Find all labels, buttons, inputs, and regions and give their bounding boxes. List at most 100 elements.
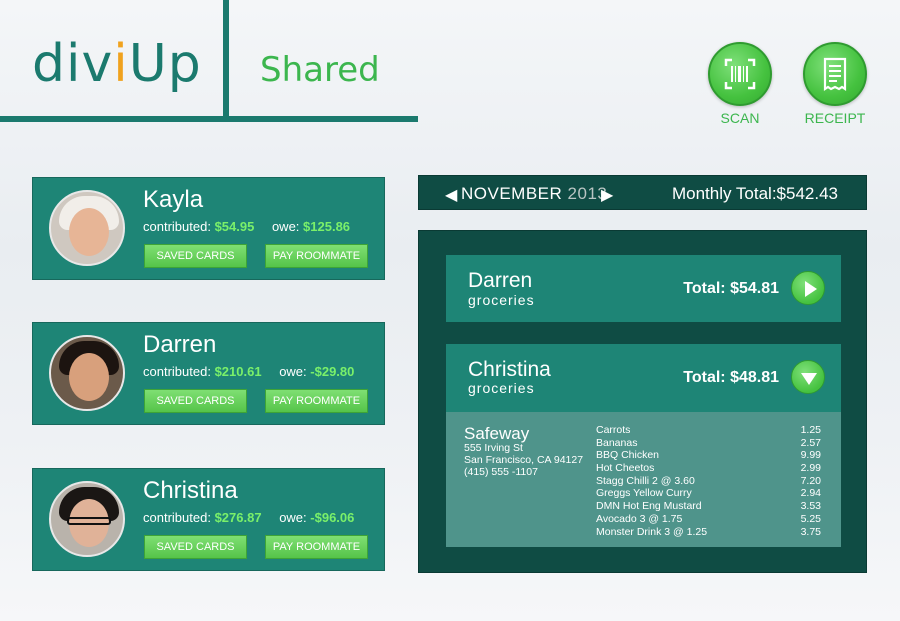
receipt-item: Avocado 3 @ 1.75 5.25 — [596, 513, 821, 526]
receipt-item: Hot Cheetos 2.99 — [596, 462, 821, 475]
expense-total-label: Total: — [683, 280, 726, 297]
expand-button[interactable] — [791, 271, 825, 305]
receipt-item: Bananas 2.57 — [596, 437, 821, 450]
avatar-glasses — [67, 517, 111, 525]
item-price: 2.99 — [800, 462, 821, 475]
next-month-arrow-icon[interactable]: ▶ — [601, 185, 613, 205]
contributed-value: $276.87 — [214, 510, 262, 525]
item-price: 7.20 — [800, 474, 821, 487]
item-name: Hot Cheetos — [596, 462, 655, 475]
expense-name: Darren — [468, 269, 533, 292]
header-underline — [0, 116, 418, 122]
expenses-panel: Darren groceries Total: $54.81 Christina… — [418, 230, 867, 573]
month-label: NOVEMBER 2013 — [461, 184, 607, 204]
scan-label: SCAN — [720, 110, 760, 126]
item-name: DMN Hot Eng Mustard — [596, 500, 702, 513]
item-price: 3.75 — [800, 525, 821, 538]
expense-row-christina[interactable]: Christina groceries Total: $48.81 — [446, 344, 841, 412]
item-price: 3.53 — [800, 500, 821, 513]
expense-total-value: $54.81 — [730, 280, 779, 297]
item-price: 5.25 — [800, 512, 821, 525]
page-title: Shared — [260, 50, 380, 90]
receipt-item: Carrots 1.25 — [596, 424, 821, 437]
pay-roommate-button[interactable]: PAY ROOMMATE — [265, 389, 368, 413]
item-name: Avocado 3 @ 1.75 — [596, 512, 683, 525]
item-name: BBQ Chicken — [596, 449, 660, 462]
avatar — [49, 335, 125, 411]
item-name: Greggs Yellow Curry — [596, 487, 692, 500]
saved-cards-button[interactable]: SAVED CARDS — [144, 389, 247, 413]
logo-text-part1: div — [32, 34, 114, 94]
avatar-face — [69, 353, 109, 401]
contributed-label: contributed: — [143, 510, 211, 525]
barcode-scan-icon — [724, 58, 756, 90]
roommate-stats: contributed: $276.87 owe: -$96.06 — [143, 510, 354, 525]
store-address-line1: 555 Irving St — [464, 442, 523, 454]
roommate-stats: contributed: $54.95 owe: $125.86 — [143, 219, 350, 234]
month-selector: ◀ NOVEMBER 2013 ▶ Monthly Total:$542.43 — [418, 175, 867, 210]
monthly-total: Monthly Total:$542.43 — [672, 184, 838, 204]
contributed-value: $54.95 — [214, 219, 255, 234]
receipt-item: Greggs Yellow Curry 2.94 — [596, 487, 821, 500]
avatar-face — [69, 208, 109, 256]
contributed-value: $210.61 — [214, 364, 262, 379]
contributed-label: contributed: — [143, 219, 211, 234]
receipt-item: Stagg Chilli 2 @ 3.60 7.20 — [596, 475, 821, 488]
item-price: 1.25 — [800, 424, 821, 436]
owe-value: -$29.80 — [310, 364, 355, 379]
store-phone: (415) 555 -1107 — [464, 466, 538, 478]
expense-total: Total: $48.81 — [683, 369, 779, 387]
owe-value: -$96.06 — [310, 510, 355, 525]
roommate-name: Christina — [143, 477, 238, 504]
collapse-button[interactable] — [791, 360, 825, 394]
avatar — [49, 481, 125, 557]
play-down-icon — [801, 373, 817, 385]
expense-total-value: $48.81 — [730, 369, 779, 386]
store-name: Safeway — [464, 424, 530, 443]
scan-button[interactable] — [708, 42, 772, 106]
pay-roommate-button[interactable]: PAY ROOMMATE — [265, 535, 368, 559]
item-name: Stagg Chilli 2 @ 3.60 — [596, 474, 695, 487]
item-name: Monster Drink 3 @ 1.25 — [596, 525, 708, 538]
receipt-item: Monster Drink 3 @ 1.25 3.75 — [596, 526, 821, 539]
app-logo[interactable]: diviUp — [32, 34, 202, 94]
month-name: NOVEMBER — [461, 184, 563, 203]
expense-row-darren[interactable]: Darren groceries Total: $54.81 — [446, 255, 841, 322]
roommate-stats: contributed: $210.61 owe: -$29.80 — [143, 364, 354, 379]
monthly-total-label: Monthly Total: — [671, 184, 777, 203]
play-right-icon — [805, 281, 817, 297]
receipt-detail: Safeway 555 Irving St San Francisco, CA … — [446, 412, 841, 547]
expense-category: groceries — [468, 292, 535, 308]
receipt-label: RECEIPT — [804, 110, 866, 126]
roommate-card-christina: Christina contributed: $276.87 owe: -$96… — [32, 468, 385, 571]
roommate-name: Kayla — [143, 186, 204, 213]
owe-label: owe: — [271, 219, 300, 234]
monthly-total-value: $542.43 — [776, 184, 838, 203]
expense-total: Total: $54.81 — [683, 280, 779, 298]
receipt-items: Carrots 1.25 Bananas 2.57 BBQ Chicken 9.99 … — [596, 424, 821, 538]
receipt-item: DMN Hot Eng Mustard 3.53 — [596, 500, 821, 513]
saved-cards-button[interactable]: SAVED CARDS — [144, 244, 247, 268]
saved-cards-button[interactable]: SAVED CARDS — [144, 535, 247, 559]
item-price: 2.57 — [800, 436, 821, 449]
store-address-line2: San Francisco, CA 94127 — [464, 454, 584, 466]
owe-label: owe: — [279, 510, 307, 525]
header-vertical-divider — [223, 0, 229, 118]
owe-value: $125.86 — [303, 219, 351, 234]
receipt-button[interactable] — [803, 42, 867, 106]
roommate-card-darren: Darren contributed: $210.61 owe: -$29.80… — [32, 322, 385, 425]
logo-text-part2: Up — [128, 34, 202, 94]
expense-name: Christina — [468, 358, 551, 381]
roommate-name: Darren — [143, 331, 217, 358]
avatar — [49, 190, 125, 266]
expense-category: groceries — [468, 380, 535, 396]
prev-month-arrow-icon[interactable]: ◀ — [445, 185, 457, 205]
logo-text-accent: i — [113, 34, 129, 94]
item-name: Bananas — [596, 436, 638, 449]
item-price: 9.99 — [800, 449, 821, 462]
pay-roommate-button[interactable]: PAY ROOMMATE — [265, 244, 368, 268]
roommate-card-kayla: Kayla contributed: $54.95 owe: $125.86 S… — [32, 177, 385, 280]
contributed-label: contributed: — [143, 364, 211, 379]
receipt-item: BBQ Chicken 9.99 — [596, 449, 821, 462]
owe-label: owe: — [279, 364, 307, 379]
